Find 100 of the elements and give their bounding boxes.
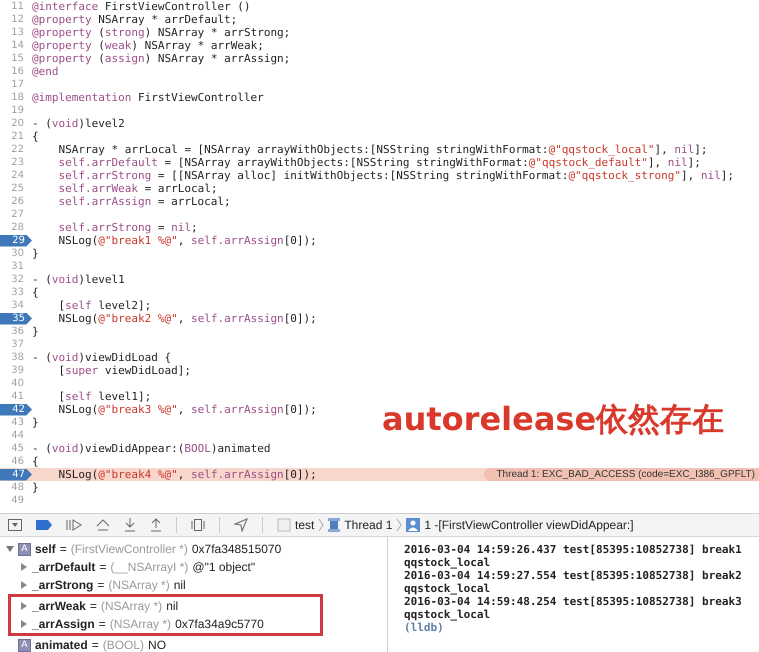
person-icon — [406, 518, 420, 532]
line-number: 23 — [10, 157, 25, 168]
breadcrumb-item[interactable]: 1 -[FirstViewController viewDidAppear:] — [424, 518, 634, 532]
code-line: NSLog(@"break4 %@", self.arrAssign[0]); — [57, 468, 317, 481]
console-prompt: (lldb) — [404, 621, 445, 634]
code-line: NSArray * arrLocal = [NSArray arrayWithObjects:[NSString stringWithFormat:@"qqstock_local"], nil]; — [57, 143, 708, 156]
line-number: 46 — [10, 456, 25, 467]
line-number: 40 — [10, 378, 25, 389]
disclosure-triangle[interactable] — [20, 581, 28, 589]
line-number: 32 — [10, 274, 25, 285]
variable-value: nil — [174, 578, 186, 592]
line-number: 24 — [10, 170, 25, 181]
console-line: 2016-03-04 14:59:27.554 test[85395:10852738] break2 — [404, 569, 743, 582]
line-number: 38 — [10, 352, 25, 363]
disclosure-triangle[interactable] — [20, 563, 28, 571]
disclosure-triangle[interactable] — [6, 545, 14, 553]
panel-toggle-icon — [8, 519, 22, 531]
location-arrow-icon — [234, 518, 248, 532]
disclosure-triangle[interactable] — [20, 602, 28, 610]
line-number: 45 — [10, 443, 25, 454]
hide-pane-button[interactable] — [8, 519, 22, 531]
code-line: } — [32, 325, 39, 338]
variable-name: _arrStrong — [32, 578, 94, 592]
variable-value: 0x7fa34a9c5770 — [175, 617, 264, 631]
breakpoint-marker[interactable]: 47 — [0, 468, 32, 480]
variable-name: _arrWeak — [32, 599, 86, 613]
variable-name: self — [35, 542, 56, 556]
line-number: 22 — [10, 144, 25, 155]
variable-name: _arrAssign — [32, 617, 95, 631]
code-line: { — [32, 455, 39, 468]
breakpoint-marker[interactable]: 42 — [0, 404, 32, 416]
code-line: self.arrStrong = nil; — [57, 221, 198, 234]
console-line: qqstock_local — [404, 556, 492, 569]
line-number: 14 — [10, 40, 25, 51]
code-line: @implementation FirstViewController — [32, 91, 264, 104]
code-line: [super viewDidLoad]; — [57, 364, 191, 377]
code-line: @property (weak) NSArray * arrWeak; — [32, 39, 264, 52]
line-number: 20 — [10, 118, 25, 129]
code-line: @interface FirstViewController () — [32, 0, 251, 13]
code-line: { — [32, 286, 39, 299]
breakpoint-marker[interactable]: 35 — [0, 312, 32, 324]
code-line: } — [32, 247, 39, 260]
line-number: 43 — [10, 417, 25, 428]
annotation-text: autorelease依然存在 — [382, 399, 724, 440]
variable-type: (__NSArrayI *) — [110, 560, 188, 574]
line-number: 26 — [10, 196, 25, 207]
code-line: self.arrDefault = [NSArray arrayWithObjects:[NSString stringWithFormat:@"qqstock_default"], nil]; — [57, 156, 701, 169]
code-line: - (void)viewDidAppear:(BOOL)animated — [32, 442, 270, 455]
breakpoints-button[interactable] — [36, 520, 52, 530]
line-number: 41 — [10, 391, 25, 402]
code-line: } — [32, 416, 39, 429]
breadcrumb-item[interactable]: Thread 1 — [344, 518, 392, 532]
code-line: - (void)level2 — [32, 117, 125, 130]
line-number: 33 — [10, 287, 25, 298]
variable-name: animated — [35, 638, 88, 652]
variable-value: NO — [148, 638, 166, 652]
step-over-button[interactable] — [96, 519, 110, 531]
location-button[interactable] — [234, 518, 248, 532]
step-over-icon — [96, 519, 110, 531]
equals-sign: = — [90, 599, 97, 613]
line-number: 19 — [10, 105, 25, 116]
breadcrumb-item[interactable]: test — [295, 518, 314, 532]
line-number: 30 — [10, 248, 25, 259]
code-line: @property (strong) NSArray * arrStrong; — [32, 26, 290, 39]
line-number: 13 — [10, 27, 25, 38]
code-line: @property NSArray * arrDefault; — [32, 13, 238, 26]
line-number: 37 — [10, 339, 25, 350]
console-line: qqstock_local — [404, 582, 492, 595]
code-line: @property (assign) NSArray * arrAssign; — [32, 52, 290, 65]
project-icon — [277, 518, 291, 532]
code-line: [self level2]; — [57, 299, 152, 312]
equals-sign: = — [92, 638, 99, 652]
console-line: 2016-03-04 14:59:26.437 test[85395:10852738] break1 — [404, 543, 743, 556]
variable-type: (FirstViewController *) — [70, 542, 188, 556]
continue-button[interactable] — [66, 519, 82, 531]
view-hierarchy-button[interactable] — [191, 518, 205, 532]
variable-type: (BOOL) — [102, 638, 144, 652]
code-line: self.arrStrong = [[NSArray alloc] initWithObjects:[NSString stringWithFormat:@"qqstock_strong"], nil]; — [57, 169, 734, 182]
line-number: 17 — [10, 79, 25, 90]
console-line: 2016-03-04 14:59:48.254 test[85395:10852738] break3 — [404, 595, 743, 608]
console-line: qqstock_local — [404, 608, 492, 621]
breakpoint-marker[interactable]: 29 — [0, 234, 32, 246]
variable-type: (NSArray *) — [110, 617, 172, 631]
line-number: 18 — [10, 92, 25, 103]
line-number: 39 — [10, 365, 25, 376]
line-number: 16 — [10, 66, 25, 77]
line-number: 15 — [10, 53, 25, 64]
layers-icon — [191, 518, 205, 532]
equals-sign: = — [97, 578, 104, 592]
equals-sign: = — [99, 560, 106, 574]
step-into-button[interactable] — [124, 518, 136, 532]
line-number: 49 — [10, 495, 25, 506]
code-line: - (void)level1 — [32, 273, 125, 286]
line-number: 27 — [10, 209, 25, 220]
step-out-button[interactable] — [150, 518, 162, 532]
chevron-icon — [318, 518, 324, 532]
variable-badge-icon: A — [18, 542, 31, 556]
disclosure-triangle[interactable] — [20, 620, 28, 628]
code-line: NSLog(@"break2 %@", self.arrAssign[0]); — [57, 312, 317, 325]
code-line: @end — [32, 65, 58, 78]
